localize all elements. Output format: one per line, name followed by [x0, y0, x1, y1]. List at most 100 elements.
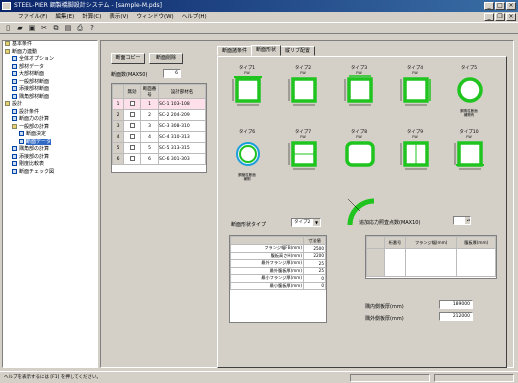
section-number[interactable]: 4	[140, 131, 159, 143]
dimension-row: 最小腹板厚(mm) 0	[230, 281, 326, 290]
dimension-value[interactable]: 0	[303, 274, 326, 283]
tree-item[interactable]: 全体オプション	[3, 56, 97, 64]
menu-window[interactable]: ウィンドウ(W)	[132, 12, 177, 22]
dimension-value[interactable]: 25	[303, 259, 326, 268]
shape-type-option[interactable]: タイプ10 FW	[450, 129, 488, 181]
section-number[interactable]: 1	[140, 98, 159, 110]
tab-section-conditions[interactable]: 断面諸条件	[217, 46, 253, 56]
document-icon	[12, 108, 17, 114]
member-name[interactable]: SC-3 308-310	[158, 120, 206, 132]
table-row[interactable]: 6 6 SC-6 301-303	[112, 153, 206, 165]
shape-type-option[interactable]: タイプ6 鋼管柱断面 補剛	[228, 129, 266, 181]
shape-label: タイプ6	[238, 130, 256, 135]
menu-edit[interactable]: 編集(E)	[51, 12, 78, 22]
member-name[interactable]: SC-1 103-108	[158, 98, 206, 110]
dimension-value[interactable]: 0	[303, 281, 326, 290]
tree-item[interactable]: 剛度比較表	[3, 161, 97, 169]
menu-file[interactable]: ファイル(F)	[14, 12, 51, 22]
shape-type-option[interactable]: タイプ7 FW	[284, 129, 322, 181]
tree-item[interactable]: 断面決定	[3, 131, 97, 139]
disable-checkbox[interactable]	[129, 133, 135, 139]
outer-thickness-input[interactable]: 212000	[439, 312, 473, 321]
dimension-row: フランジ幅FB(mm) 2500	[230, 244, 326, 253]
tab-section-shape[interactable]: 断面形状	[251, 45, 282, 56]
open-icon[interactable]: ▰	[15, 24, 25, 33]
section-table: 無効 断面番号 設計部材名 1 1 SC-1 103-108 2 2 SC-2 204-2…	[111, 83, 207, 173]
tree-item[interactable]: 断面データ	[3, 138, 97, 147]
cut-icon[interactable]: ✂	[39, 24, 49, 33]
dimension-value[interactable]: 2500	[303, 244, 326, 253]
section-number[interactable]: 2	[140, 109, 159, 121]
save-icon[interactable]: ▣	[27, 24, 37, 33]
shape-type-option[interactable]: タイプ3 FW	[340, 65, 378, 117]
tree-item[interactable]: 断面力の計算	[3, 116, 97, 124]
tree-item-label: 全体オプション	[19, 56, 55, 62]
shape-type-option[interactable]: タイプ2 FW	[284, 65, 322, 117]
table-row[interactable]: 1 1 SC-1 103-108	[112, 98, 206, 110]
dimension-value[interactable]: 2200	[303, 251, 326, 260]
tree-item[interactable]: 設計	[3, 101, 97, 109]
tree-item[interactable]: 基本条件	[3, 41, 97, 49]
tree-item[interactable]: 隅角部の計算	[3, 146, 97, 154]
table-row[interactable]: 2 2 SC-2 204-209	[112, 109, 206, 121]
tree-item[interactable]: 一般部材断面	[3, 78, 97, 87]
help-icon[interactable]: ?	[87, 24, 97, 33]
member-name[interactable]: SC-2 204-209	[158, 109, 206, 121]
tree-item-label: 一般部の計算	[19, 123, 50, 130]
document-icon	[12, 161, 17, 166]
table-row[interactable]: 5 5 SC-5 313-315	[112, 142, 206, 154]
shape-type-option[interactable]: タイプ8 FW	[340, 129, 378, 181]
mdi-minimize-button[interactable]: _	[484, 13, 494, 21]
close-button[interactable]: ×	[506, 2, 516, 10]
copy-icon[interactable]: ⧉	[51, 24, 61, 33]
folder-icon	[5, 101, 10, 106]
tree-item[interactable]: 一般部の計算	[3, 123, 97, 132]
shape-type-option[interactable]: タイプ9 FW	[396, 129, 434, 181]
disable-checkbox[interactable]	[129, 155, 135, 161]
member-name[interactable]: SC-6 301-303	[158, 153, 206, 165]
member-name[interactable]: SC-5 313-315	[158, 142, 206, 154]
tree-item[interactable]: 断面チェック図	[3, 168, 97, 177]
disable-checkbox[interactable]	[129, 122, 135, 128]
table-row[interactable]: 3 3 SC-3 308-310	[112, 120, 206, 132]
section-copy-button[interactable]: 断面コピー	[111, 53, 145, 64]
tree-item[interactable]: 設計条件	[3, 108, 97, 117]
table-row[interactable]: 4 4 SC-4 310-313	[112, 131, 206, 143]
menu-view[interactable]: 表示(V)	[105, 12, 132, 22]
shape-type-select[interactable]: タイプ2 ▼	[291, 218, 321, 227]
row-index: 6	[112, 153, 124, 165]
spinner-icon[interactable]: ▴▾	[465, 217, 470, 224]
disable-checkbox[interactable]	[129, 111, 135, 117]
tree-item[interactable]: 添接部材断面	[3, 86, 97, 94]
mdi-restore-button[interactable]: ❐	[495, 13, 505, 21]
new-icon[interactable]: ▯	[3, 24, 13, 33]
section-number[interactable]: 6	[140, 153, 159, 165]
disable-checkbox[interactable]	[129, 100, 135, 106]
paste-icon[interactable]: ▤	[63, 24, 73, 33]
tree-item[interactable]: 隅角部材断面	[3, 93, 97, 102]
col-header-disabled: 無効	[123, 84, 141, 99]
section-number[interactable]: 5	[140, 142, 159, 154]
maximize-button[interactable]: □	[495, 2, 505, 10]
tab-rib-layout[interactable]: 縦リブ配置	[280, 46, 316, 56]
tree-item[interactable]: 添接部の計算	[3, 153, 97, 162]
member-name[interactable]: SC-4 310-313	[158, 131, 206, 143]
tree-item[interactable]: 断面力連動	[3, 48, 97, 57]
disable-checkbox[interactable]	[129, 144, 135, 150]
minimize-button[interactable]: _	[484, 2, 494, 10]
print-icon[interactable]: ⎙	[75, 24, 85, 33]
dimension-value[interactable]: 25	[303, 266, 326, 275]
stress-points-input[interactable]: 0▴▾	[453, 216, 471, 225]
shape-type-option[interactable]: タイプ4 FW	[396, 65, 434, 117]
inner-thickness-input[interactable]: 189000	[439, 300, 473, 309]
section-delete-button[interactable]: 断面削除	[149, 53, 183, 64]
tree-item[interactable]: 大部材断面	[3, 71, 97, 79]
tree-item[interactable]: 部材データ	[3, 63, 97, 72]
menu-calc[interactable]: 計算(C)	[78, 12, 105, 22]
shape-type-option[interactable]: タイプ5 鋼角柱断面 補剛有	[450, 65, 488, 117]
shape-type-option[interactable]: タイプ1 FW	[228, 65, 266, 117]
section-number[interactable]: 3	[140, 120, 159, 132]
section-count-input[interactable]: 6	[163, 69, 181, 78]
mdi-close-button[interactable]: ×	[506, 13, 516, 21]
menu-help[interactable]: ヘルプ(H)	[178, 12, 211, 22]
